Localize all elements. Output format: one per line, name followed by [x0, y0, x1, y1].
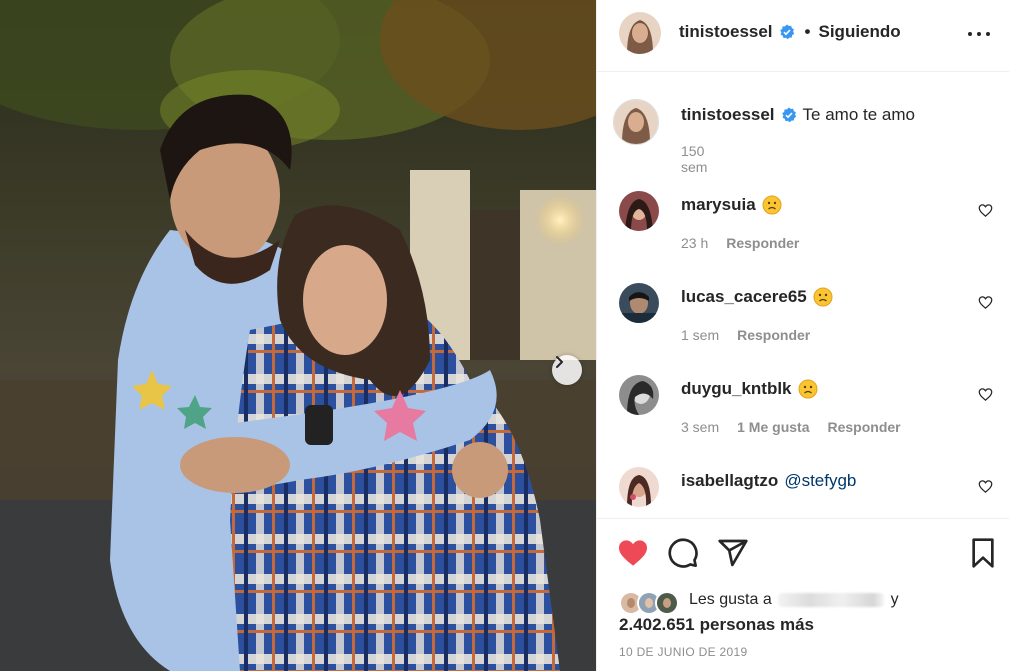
author-username[interactable]: tinistoessel: [679, 22, 773, 42]
caption-username[interactable]: tinistoessel: [681, 105, 775, 125]
likes-count-link[interactable]: 2.402.651 personas más: [619, 615, 814, 635]
commenter-avatar[interactable]: [619, 467, 659, 507]
commenter-avatar[interactable]: [619, 375, 659, 415]
comment-timestamp[interactable]: 1 sem: [681, 327, 719, 343]
likes-summary: Les gusta a y 2.402.651 personas más: [619, 589, 999, 634]
likes-count: 2.402.651: [619, 615, 695, 634]
comment-timestamp[interactable]: 23 h: [681, 235, 708, 251]
post-photo-illustration: [0, 0, 596, 671]
bookmark-icon[interactable]: [967, 537, 999, 569]
header-separator: •: [804, 22, 811, 41]
comment-like-heart-icon[interactable]: [978, 295, 993, 310]
comment-username[interactable]: duygu_kntblk: [681, 379, 792, 399]
comments-list[interactable]: tinistoessel Te amo te amo 150 sem marys…: [597, 73, 1009, 517]
sad-face-emoji-icon: [798, 379, 818, 399]
comment-like-heart-icon[interactable]: [978, 479, 993, 494]
likes-suffix: personas más: [699, 615, 814, 634]
heart-filled-icon[interactable]: [617, 537, 649, 569]
caption-text: Te amo te amo: [802, 105, 915, 124]
reply-button[interactable]: Responder: [726, 235, 799, 251]
comment-username[interactable]: lucas_cacere65: [681, 287, 807, 307]
likes-prefix: Les gusta a: [689, 591, 772, 608]
verified-badge-icon: [779, 24, 795, 40]
comment-likes-count[interactable]: 1 Me gusta: [737, 419, 809, 435]
comment-username[interactable]: isabellagtzo: [681, 471, 778, 491]
author-avatar[interactable]: [619, 12, 661, 54]
comment-timestamp[interactable]: 3 sem: [681, 419, 719, 435]
post-actions-section: Les gusta a y 2.402.651 personas más 10 D…: [597, 518, 1009, 671]
blurred-liker-name[interactable]: [778, 592, 885, 607]
likes-conjunction: y: [890, 591, 899, 608]
comment-like-heart-icon[interactable]: [978, 203, 993, 218]
sad-face-emoji-icon: [813, 287, 833, 307]
chevron-right-icon: [556, 356, 563, 368]
comment-item: duygu_kntblk 3 sem 1 Me gusta Responder: [619, 375, 999, 445]
comment-item: marysuia 23 h Responder: [619, 191, 999, 261]
post-header: tinistoessel • Siguiendo: [597, 0, 1009, 72]
comment-item: lucas_cacere65 1 sem Responder: [619, 283, 999, 353]
commenter-avatar[interactable]: [619, 191, 659, 231]
next-photo-button[interactable]: [552, 355, 582, 385]
verified-badge-icon: [781, 107, 797, 123]
caption-avatar[interactable]: [613, 99, 659, 145]
reply-button[interactable]: Responder: [737, 327, 810, 343]
likes-text-line: Les gusta a y: [689, 591, 899, 609]
liker-avatars[interactable]: [619, 591, 681, 615]
comment-like-heart-icon[interactable]: [978, 387, 993, 402]
post-side-panel: tinistoessel • Siguiendo tinistoessel Te…: [596, 0, 1009, 671]
liker-avatar: [655, 591, 679, 615]
caption-timestamp[interactable]: 150 sem: [681, 143, 707, 175]
follow-status-button[interactable]: Siguiendo: [819, 22, 901, 42]
comment-username[interactable]: marysuia: [681, 195, 756, 215]
comment-bubble-icon[interactable]: [667, 537, 699, 569]
commenter-avatar[interactable]: [619, 283, 659, 323]
sad-face-emoji-icon: [762, 195, 782, 215]
more-options-icon[interactable]: [968, 24, 990, 44]
post-date[interactable]: 10 DE JUNIO DE 2019: [619, 645, 747, 659]
comment-mention-link[interactable]: @stefygb: [784, 471, 856, 491]
comment-item: isabellagtzo @stefygb: [619, 467, 999, 517]
reply-button[interactable]: Responder: [827, 419, 900, 435]
post-photo[interactable]: [0, 0, 596, 671]
paper-plane-icon[interactable]: [717, 537, 749, 569]
